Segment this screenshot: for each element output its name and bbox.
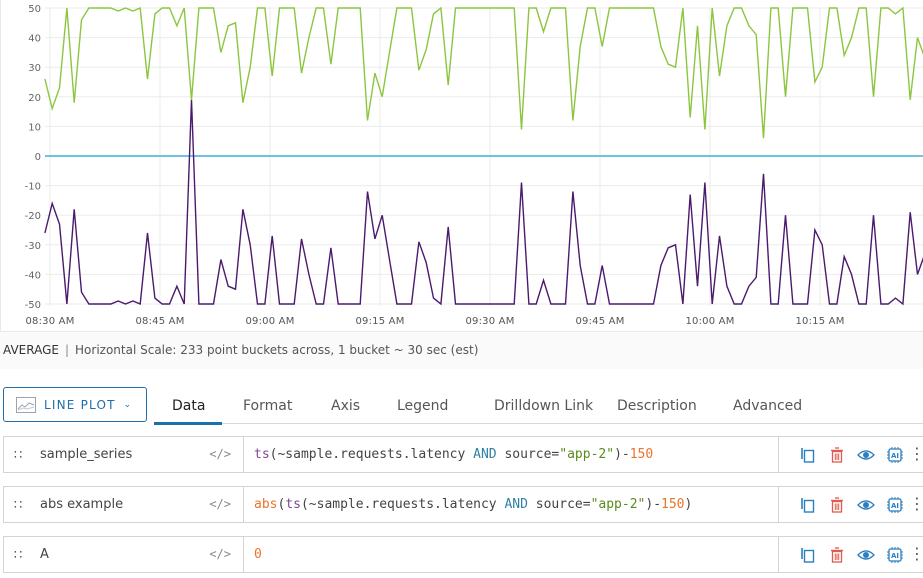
x-tick-label: 09:45 AM — [575, 316, 624, 327]
y-tick-label: -50 — [25, 300, 41, 311]
code-toggle-icon[interactable]: </> — [209, 547, 231, 561]
y-tick-label: -30 — [25, 241, 41, 252]
ai-icon[interactable]: AI — [880, 545, 909, 565]
chevron-down-icon: ⌄ — [123, 399, 133, 410]
x-tick-label: 09:00 AM — [245, 316, 294, 327]
aggregation-label: AVERAGE — [3, 343, 59, 357]
query-token: ) — [684, 497, 693, 512]
line-chart[interactable]: 50 40 30 20 10 0 -10 -20 -30 -40 -50 08:30 AM 08:45… — [1, 0, 923, 332]
status-bar: AVERAGE | Horizontal Scale: 233 point buck… — [0, 332, 923, 369]
query-token: )- — [645, 497, 662, 512]
status-separator: | — [64, 343, 70, 357]
more-icon[interactable]: ⋮ — [909, 546, 923, 563]
delete-icon[interactable] — [822, 445, 851, 465]
query-name-cell: ∷ A </> — [4, 537, 244, 572]
y-tick-label: 40 — [28, 34, 41, 45]
query-actions: AI ⋮ — [779, 487, 923, 522]
chart-panel: 50 40 30 20 10 0 -10 -20 -30 -40 -50 08:30 AM 08:45… — [0, 0, 923, 332]
query-name-cell: ∷ abs example </> — [4, 487, 244, 522]
y-tick-label: 20 — [28, 93, 41, 104]
chart-type-label: LINE PLOT — [44, 397, 116, 412]
query-token: "app-2" — [559, 447, 615, 462]
x-tick-label: 10:00 AM — [685, 316, 734, 327]
tab-advanced[interactable]: Advanced — [733, 384, 803, 424]
query-token: ( — [277, 497, 286, 512]
query-token: (~sample.requests.latency — [300, 497, 505, 512]
tab-format[interactable]: Format — [243, 384, 331, 424]
delete-icon[interactable] — [822, 545, 851, 565]
x-tick-label: 08:45 AM — [135, 316, 184, 327]
query-row: ∷ abs example </> abs(ts (~sample.requests.l… — [3, 486, 923, 523]
tab-data[interactable]: Data — [154, 384, 222, 425]
y-tick-label: 10 — [28, 122, 41, 133]
query-token: 150 — [629, 447, 654, 462]
query-expression-input[interactable]: abs(ts (~sample.requests.latency AND sour… — [244, 487, 779, 522]
more-icon[interactable]: ⋮ — [909, 496, 923, 513]
eye-icon[interactable] — [851, 545, 880, 565]
y-tick-label: 0 — [35, 152, 41, 163]
query-row: ∷ A </> 0 AI ⋮ — [3, 536, 923, 573]
drag-handle-icon[interactable]: ∷ — [14, 548, 24, 561]
chart-series — [44, 6, 923, 306]
editor-tabs: Data Format Axis Legend Drilldown Link Descri… — [154, 384, 923, 425]
query-actions: AI ⋮ — [779, 437, 923, 472]
y-tick-label: -20 — [25, 211, 41, 222]
eye-icon[interactable] — [851, 495, 880, 515]
eye-icon[interactable] — [851, 445, 880, 465]
x-tick-label: 10:15 AM — [795, 316, 844, 327]
chart-type-dropdown[interactable]: LINE PLOT ⌄ — [3, 387, 147, 422]
line-chart-icon — [16, 396, 36, 413]
horizontal-scale-text: Horizontal Scale: 233 point buckets acro… — [75, 343, 479, 357]
y-tick-label: -40 — [25, 270, 41, 281]
ai-icon[interactable]: AI — [880, 495, 909, 515]
more-icon[interactable]: ⋮ — [909, 446, 923, 463]
ai-icon[interactable]: AI — [880, 445, 909, 465]
query-token: 0 — [254, 547, 262, 562]
query-actions: AI ⋮ — [779, 537, 923, 572]
query-token: source= — [496, 447, 560, 462]
delete-icon[interactable] — [822, 495, 851, 515]
x-tick-label: 09:30 AM — [465, 316, 514, 327]
chart-editor-toolbar: LINE PLOT ⌄ Data Format Axis Legend Drilldow… — [0, 384, 923, 426]
x-tick-label: 08:30 AM — [25, 316, 74, 327]
tab-legend[interactable]: Legend — [397, 384, 494, 424]
svg-text:AI: AI — [890, 502, 898, 510]
x-tick-label: 09:15 AM — [355, 316, 404, 327]
y-tick-label: 30 — [28, 63, 41, 74]
query-token: ts — [285, 497, 301, 512]
svg-text:AI: AI — [890, 452, 898, 460]
series-line-abs-example[interactable] — [44, 6, 923, 139]
y-axis: 50 40 30 20 10 0 -10 -20 -30 -40 -50 — [25, 4, 41, 311]
drag-handle-icon[interactable]: ∷ — [14, 498, 24, 511]
y-tick-label: 50 — [28, 4, 41, 15]
copy-icon[interactable] — [793, 445, 822, 465]
y-tick-label: -10 — [25, 182, 41, 193]
tab-description[interactable]: Description — [617, 384, 733, 424]
query-token: 150 — [661, 497, 685, 512]
tab-drilldown-link[interactable]: Drilldown Link — [494, 384, 617, 424]
query-expression-input[interactable]: 0 — [244, 537, 779, 572]
copy-icon[interactable] — [793, 495, 822, 515]
code-toggle-icon[interactable]: </> — [209, 447, 231, 461]
query-token: source= — [527, 497, 591, 512]
code-toggle-icon[interactable]: </> — [209, 497, 231, 511]
tab-axis[interactable]: Axis — [331, 384, 397, 424]
query-name-cell: ∷ sample_series </> — [4, 437, 244, 472]
svg-text:AI: AI — [890, 552, 898, 560]
query-expression-input[interactable]: ts (~sample.requests.latency AND source= "… — [244, 437, 779, 472]
copy-icon[interactable] — [793, 545, 822, 565]
query-token: AND — [473, 447, 497, 462]
query-token: )- — [614, 447, 630, 462]
query-token: ts — [254, 447, 270, 462]
x-axis: 08:30 AM 08:45 AM 09:00 AM 09:15 AM 09:30 AM… — [25, 316, 844, 327]
query-row: ∷ sample_series </> ts (~sample.requests.lat… — [3, 436, 923, 473]
query-token: "app-2" — [590, 497, 646, 512]
drag-handle-icon[interactable]: ∷ — [14, 448, 24, 461]
query-token: abs — [254, 497, 278, 512]
query-token: (~sample.requests.latency — [269, 447, 474, 462]
series-line-sample_series[interactable] — [44, 99, 923, 306]
query-token: AND — [504, 497, 528, 512]
